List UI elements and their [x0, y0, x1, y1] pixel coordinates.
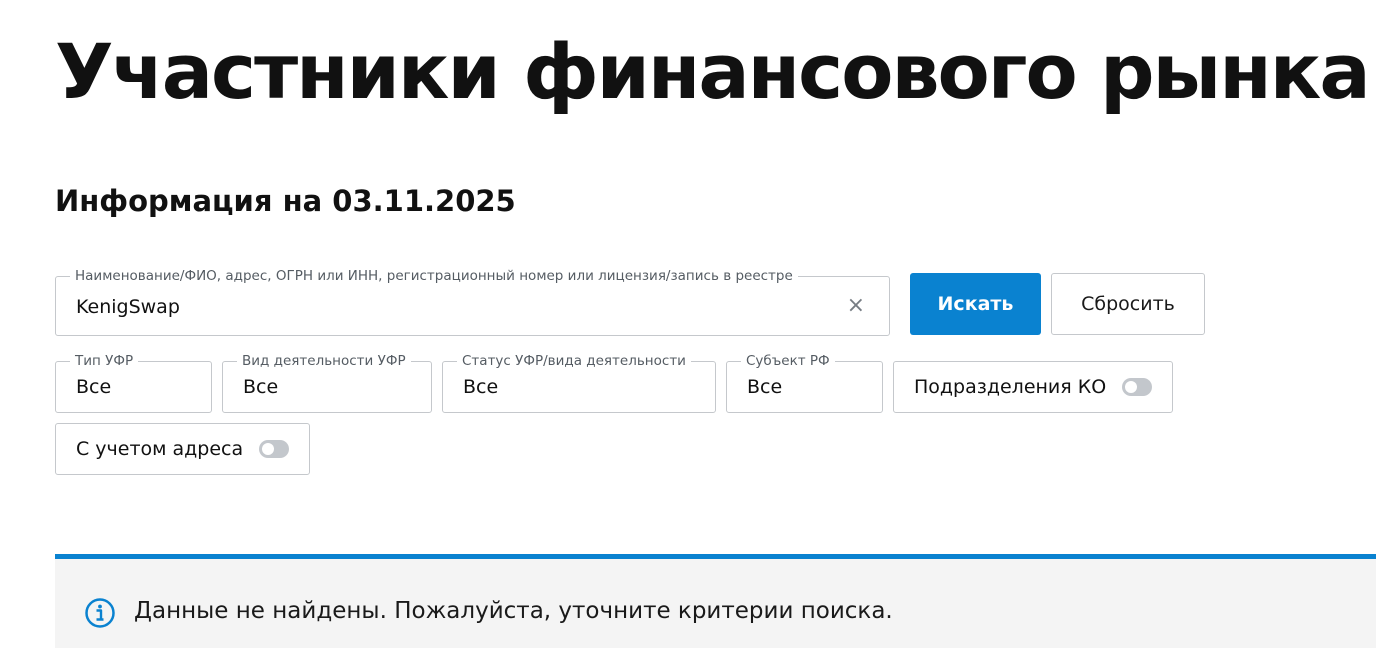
page-title: Участники финансового рынка	[55, 27, 1371, 116]
region-select[interactable]: Субъект РФ Все	[726, 352, 883, 413]
ufr-type-select[interactable]: Тип УФР Все	[55, 352, 212, 413]
search-input-label: Наименование/ФИО, адрес, ОГРН или ИНН, р…	[70, 267, 798, 285]
no-results-notice: Данные не найдены. Пожалуйста, уточните …	[55, 554, 1376, 648]
clear-icon[interactable]: ×	[847, 294, 865, 318]
ufr-type-value: Все	[76, 376, 112, 398]
with-address-toggle-label: С учетом адреса	[76, 438, 244, 460]
info-icon	[85, 598, 115, 628]
notice-text: Данные не найдены. Пожалуйста, уточните …	[134, 598, 893, 624]
with-address-toggle-field[interactable]: С учетом адреса	[55, 423, 310, 475]
ufr-type-label: Тип УФР	[70, 352, 139, 370]
region-label: Субъект РФ	[741, 352, 835, 370]
activity-type-label: Вид деятельности УФР	[237, 352, 411, 370]
status-label: Статус УФР/вида деятельности	[457, 352, 691, 370]
info-date-heading: Информация на 03.11.2025	[55, 184, 516, 218]
search-button[interactable]: Искать	[910, 273, 1041, 335]
search-input[interactable]: Наименование/ФИО, адрес, ОГРН или ИНН, р…	[55, 267, 890, 336]
region-value: Все	[747, 376, 783, 398]
subdivisions-toggle-field[interactable]: Подразделения КО	[893, 361, 1173, 413]
activity-type-value: Все	[243, 376, 279, 398]
search-input-value[interactable]: KenigSwap	[76, 295, 180, 319]
with-address-toggle-switch[interactable]	[259, 440, 289, 458]
status-select[interactable]: Статус УФР/вида деятельности Все	[442, 352, 716, 413]
activity-type-select[interactable]: Вид деятельности УФР Все	[222, 352, 432, 413]
subdivisions-toggle-label: Подразделения КО	[914, 376, 1107, 398]
reset-button[interactable]: Сбросить	[1051, 273, 1205, 335]
status-value: Все	[463, 376, 499, 398]
subdivisions-toggle-switch[interactable]	[1122, 378, 1152, 396]
